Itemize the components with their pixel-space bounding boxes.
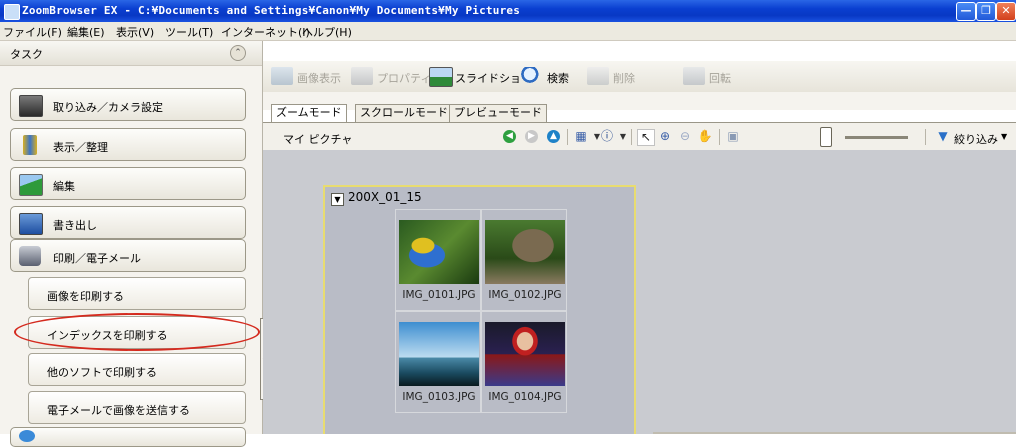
subtask-label: インデックスを印刷する — [47, 329, 168, 342]
task-print-email[interactable]: 印刷／電子メール — [10, 239, 246, 272]
task-label: 取り込み／カメラ設定 — [53, 101, 163, 114]
select-pointer-icon[interactable]: ↖ — [637, 129, 655, 146]
rotate-icon — [683, 67, 705, 85]
task-label: 編集 — [53, 180, 75, 193]
filter-icon[interactable]: ▼ — [935, 129, 951, 144]
trash-icon — [587, 67, 609, 85]
toolbar-separator — [567, 129, 568, 145]
zoom-slider-track[interactable] — [845, 136, 908, 139]
toolbar-separator — [925, 129, 926, 145]
fit-to-window-icon[interactable]: ▣ — [725, 129, 741, 144]
current-folder-title: マイ ピクチャ — [283, 133, 353, 146]
tab-preview-mode[interactable]: プレビューモード — [449, 104, 547, 122]
thumbnail-filename: IMG_0101.JPG — [402, 289, 476, 301]
folder-group[interactable]: ▼ 200X_01_15 IMG_0101.JPG IMG_0102.JPG IM… — [323, 185, 636, 434]
info-icon[interactable]: ⓘ — [599, 129, 615, 144]
tab-scroll-mode[interactable]: スクロールモード — [355, 104, 453, 122]
subtask-print-other-software[interactable]: 他のソフトで印刷する — [28, 353, 246, 386]
folder-label[interactable]: ▼ 200X_01_15 — [331, 190, 422, 206]
main-toolbar: 画像表示 プロパティ スライドショー 検索 削除 回転 — [263, 61, 1016, 93]
thumbnail-filename: IMG_0103.JPG — [402, 391, 476, 403]
thumbnail-item[interactable]: IMG_0102.JPG — [481, 209, 567, 311]
thumbnail-item[interactable]: IMG_0103.JPG — [395, 311, 481, 413]
subtask-label: 画像を印刷する — [47, 290, 124, 303]
globe-icon — [19, 430, 35, 442]
menu-edit[interactable]: 編集(E) — [67, 24, 105, 40]
thumbnail-item[interactable]: IMG_0104.JPG — [481, 311, 567, 413]
folder-name: 200X_01_15 — [348, 190, 422, 204]
view-mode-tabs: ズームモード スクロールモード プレビューモード — [263, 92, 1016, 123]
menu-internet[interactable]: インターネット(I) — [221, 24, 310, 40]
tortoise-image — [485, 220, 565, 284]
task-label: 書き出し — [53, 219, 97, 232]
toolbar-label: 画像表示 — [297, 72, 341, 85]
toolbar-label: 回転 — [709, 72, 731, 85]
child-portrait-image — [485, 322, 565, 386]
toolbar-separator — [631, 129, 632, 145]
thumbnail-item[interactable]: IMG_0101.JPG — [395, 209, 481, 311]
task-view-organize[interactable]: 表示／整理 — [10, 128, 246, 161]
menu-file[interactable]: ファイル(F) — [3, 24, 62, 40]
up-icon[interactable]: ▲ — [547, 130, 560, 143]
task-label: 印刷／電子メール — [53, 252, 141, 265]
parrot-image — [399, 220, 479, 284]
app-icon[interactable] — [4, 4, 20, 20]
export-icon — [19, 213, 43, 235]
close-icon[interactable]: ✕ — [996, 2, 1016, 21]
task-import-camera-settings[interactable]: 取り込み／カメラ設定 — [10, 88, 246, 121]
chevron-down-icon[interactable]: ▼ — [615, 129, 631, 144]
title-bar: ZoomBrowser EX - C:¥Documents and Settin… — [0, 0, 1016, 22]
thumbnail-filename: IMG_0104.JPG — [488, 391, 562, 403]
minimize-icon[interactable]: — — [956, 2, 976, 21]
camera-icon — [19, 95, 43, 117]
zoom-slider-knob[interactable] — [820, 127, 832, 147]
toolbar-label: プロパティ — [377, 72, 432, 85]
task-edit[interactable]: 編集 — [10, 167, 246, 200]
tab-zoom-mode[interactable]: ズームモード — [271, 104, 347, 123]
task-panel: タスク ⌃ 取り込み／カメラ設定 表示／整理 編集 書き出し 印刷／電子メール … — [0, 41, 263, 447]
forward-icon[interactable]: ▶ — [525, 130, 538, 143]
back-icon[interactable]: ◀ — [503, 130, 516, 143]
subtask-email-images[interactable]: 電子メールで画像を送信する — [28, 391, 246, 424]
thumbnail-view[interactable]: ▼ 200X_01_15 IMG_0101.JPG IMG_0102.JPG IM… — [263, 150, 1016, 434]
restore-icon[interactable]: ❐ — [976, 2, 996, 21]
subtask-label: 他のソフトで印刷する — [47, 366, 157, 379]
edit-picture-icon — [19, 174, 43, 196]
search-icon — [521, 67, 543, 85]
menu-view[interactable]: 表示(V) — [116, 24, 154, 40]
view-header: マイ ピクチャ ◀ ▶ ▲ ▦ ▼ ⓘ ▼ ↖ ⊕ ⊖ ✋ ▣ ▼ 絞り込み ▼ — [263, 122, 1016, 150]
subtask-print-image[interactable]: 画像を印刷する — [28, 277, 246, 310]
properties-icon — [351, 67, 373, 85]
task-header-label: タスク — [10, 48, 43, 61]
menu-bar: ファイル(F) 編集(E) 表示(V) ツール(T) インターネット(I) ヘル… — [0, 22, 1016, 41]
collapse-folder-icon[interactable]: ▼ — [331, 193, 344, 206]
hand-icon[interactable]: ✋ — [697, 129, 713, 144]
thumbnail-filename: IMG_0102.JPG — [488, 289, 562, 301]
subtask-label: 電子メールで画像を送信する — [47, 404, 190, 417]
palm-beach-image — [399, 322, 479, 386]
printer-icon — [19, 246, 41, 266]
zoom-in-icon[interactable]: ⊕ — [657, 129, 673, 144]
slideshow-icon — [429, 67, 453, 87]
view-image-icon — [271, 67, 293, 85]
toolbar-label: 削除 — [613, 72, 635, 85]
task-label: 表示／整理 — [53, 141, 108, 154]
task-panel-header: タスク ⌃ — [0, 41, 262, 66]
zoom-out-icon[interactable]: ⊖ — [677, 129, 693, 144]
collapse-chevron-icon[interactable]: ⌃ — [230, 45, 246, 61]
toolbar-label: 検索 — [547, 72, 569, 85]
toolbar-separator — [719, 129, 720, 145]
subtask-print-index[interactable]: インデックスを印刷する — [28, 316, 246, 349]
menu-tools[interactable]: ツール(T) — [165, 24, 213, 40]
filter-label[interactable]: 絞り込み — [954, 131, 998, 147]
task-export[interactable]: 書き出し — [10, 206, 246, 239]
window-title: ZoomBrowser EX - C:¥Documents and Settin… — [22, 4, 521, 17]
chevron-down-icon[interactable]: ▼ — [1001, 132, 1007, 141]
task-next[interactable] — [10, 427, 246, 447]
menu-help[interactable]: ヘルプ(H) — [302, 24, 352, 40]
display-options-icon[interactable]: ▦ — [573, 129, 589, 144]
books-icon — [23, 135, 37, 155]
